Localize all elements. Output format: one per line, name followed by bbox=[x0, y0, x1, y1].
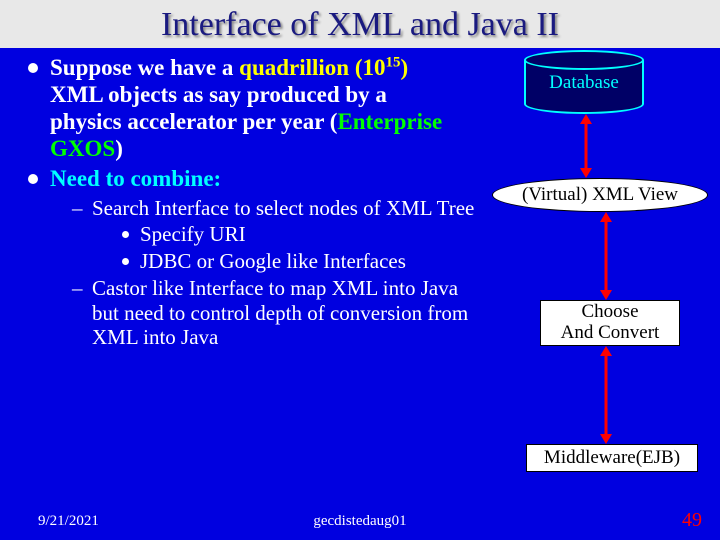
database-cylinder: Database bbox=[524, 50, 644, 114]
xml-view-oval: (Virtual) XML View bbox=[492, 178, 708, 212]
db-top bbox=[524, 50, 644, 70]
arrow-choose-middleware bbox=[596, 346, 616, 444]
quadrillion-text: quadrillion (10 bbox=[239, 55, 385, 80]
choose-line2: And Convert bbox=[561, 323, 660, 344]
middleware-box: Middleware(EJB) bbox=[526, 444, 698, 472]
bullet1-text-pre: Suppose we have a bbox=[50, 55, 239, 80]
bullet1-quadrillion: quadrillion (1015) bbox=[239, 55, 408, 80]
footer-mid: gecdistedaug01 bbox=[313, 513, 406, 530]
arrow-view-choose bbox=[596, 212, 616, 300]
slide-title: Interface of XML and Java II bbox=[0, 0, 720, 48]
dash1-text: Search Interface to select nodes of XML … bbox=[92, 196, 474, 220]
close-paren: ) bbox=[400, 55, 408, 80]
choose-line1: Choose bbox=[582, 302, 639, 323]
sub-bullet-1: Specify URI bbox=[92, 222, 490, 247]
sub-bullet-list: Specify URI JDBC or Google like Interfac… bbox=[92, 222, 490, 274]
slide-number: 49 bbox=[682, 509, 702, 532]
bullet2-label: Need to combine: bbox=[50, 166, 221, 191]
bullet1-close: ) bbox=[115, 136, 123, 161]
dash-1: Search Interface to select nodes of XML … bbox=[50, 196, 490, 274]
choose-convert-box: Choose And Convert bbox=[540, 300, 680, 346]
exponent: 15 bbox=[386, 54, 401, 70]
bullet-1: Suppose we have a quadrillion (1015) XML… bbox=[24, 54, 464, 163]
middleware-label: Middleware(EJB) bbox=[544, 448, 680, 469]
arrow-db-view bbox=[576, 114, 596, 178]
footer-date: 9/21/2021 bbox=[38, 513, 99, 530]
xml-view-label: (Virtual) XML View bbox=[522, 185, 678, 206]
sub-dash-list: Search Interface to select nodes of XML … bbox=[50, 196, 490, 351]
db-label: Database bbox=[524, 72, 644, 94]
dash-2: Castor like Interface to map XML into Ja… bbox=[50, 276, 490, 350]
sub-bullet-2: JDBC or Google like Interfaces bbox=[92, 249, 490, 274]
